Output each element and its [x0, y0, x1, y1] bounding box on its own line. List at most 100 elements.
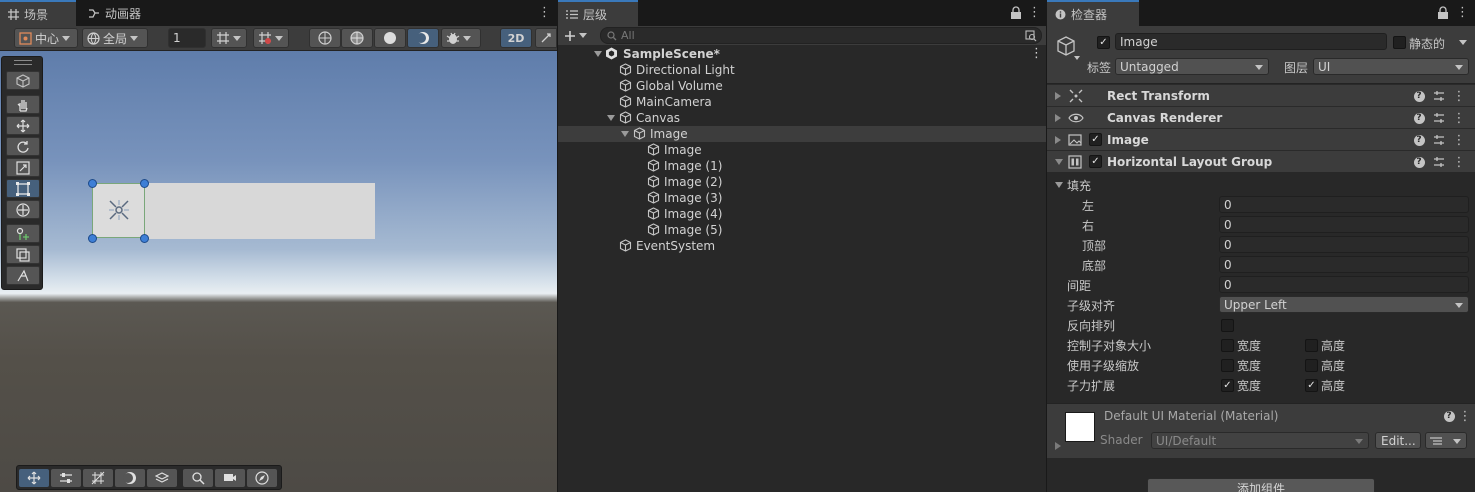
- custom-tool-button[interactable]: [6, 224, 40, 243]
- tab-animator[interactable]: 动画器: [80, 0, 149, 26]
- child-alignment-dropdown[interactable]: Upper Left: [1219, 296, 1469, 313]
- expand-arrow-icon[interactable]: [607, 115, 615, 121]
- control-width-checkbox[interactable]: [1221, 339, 1234, 352]
- grid-snap-dropdown[interactable]: [211, 28, 247, 48]
- material-menu-icon[interactable]: ⋮: [1459, 409, 1472, 424]
- preset-icon[interactable]: [1433, 111, 1445, 125]
- component-tools-button[interactable]: [6, 245, 40, 264]
- expand-height-checkbox[interactable]: ✓: [1305, 379, 1318, 392]
- hierarchy-row[interactable]: Image: [558, 142, 1046, 158]
- grid-visibility-dropdown[interactable]: [253, 28, 289, 48]
- tab-inspector[interactable]: 检查器: [1047, 0, 1139, 26]
- icon-dropdown-icon[interactable]: [1074, 56, 1080, 60]
- shader-options-dropdown[interactable]: [1425, 432, 1467, 449]
- shading-wireframe-button[interactable]: [309, 28, 341, 48]
- padding-left-field[interactable]: 0: [1219, 196, 1469, 213]
- scale-width-checkbox[interactable]: [1221, 359, 1234, 372]
- component-enabled-checkbox[interactable]: ✓: [1089, 155, 1102, 168]
- lighting-toggle-button[interactable]: [407, 28, 439, 48]
- component-menu-icon[interactable]: ⋮: [1453, 111, 1466, 126]
- add-component-button[interactable]: 添加组件: [1147, 478, 1375, 492]
- rotate-tool-button[interactable]: [6, 137, 40, 156]
- component-canvas-renderer[interactable]: Canvas Renderer ? ⋮: [1047, 106, 1475, 128]
- view-orientation-button[interactable]: [6, 71, 40, 90]
- component-menu-icon[interactable]: ⋮: [1453, 133, 1466, 148]
- bottom-lighting-button[interactable]: [115, 469, 145, 487]
- move-tool-button[interactable]: [6, 116, 40, 135]
- snap-tool-button[interactable]: [6, 266, 40, 285]
- tag-dropdown[interactable]: Untagged: [1115, 58, 1269, 75]
- shading-shaded-wireframe-button[interactable]: [341, 28, 373, 48]
- hierarchy-row[interactable]: Canvas: [558, 110, 1046, 126]
- expand-width-checkbox[interactable]: ✓: [1221, 379, 1234, 392]
- hierarchy-row[interactable]: Image (5): [558, 222, 1046, 238]
- bottom-layers-button[interactable]: [147, 469, 177, 487]
- scale-tool-button[interactable]: [6, 158, 40, 177]
- resize-handle-top-left[interactable]: [88, 179, 97, 188]
- padding-top-field[interactable]: 0: [1219, 236, 1469, 253]
- reverse-arrangement-checkbox[interactable]: [1221, 319, 1234, 332]
- spacing-field[interactable]: 0: [1219, 276, 1469, 293]
- component-rect-transform[interactable]: Rect Transform ? ⋮: [1047, 84, 1475, 106]
- lock-icon[interactable]: [1437, 6, 1449, 20]
- pivot-dropdown[interactable]: 中心: [14, 28, 78, 48]
- space-dropdown[interactable]: 全局: [82, 28, 148, 48]
- expand-arrow-icon[interactable]: [621, 131, 629, 137]
- control-height-checkbox[interactable]: [1305, 339, 1318, 352]
- bottom-search-button[interactable]: [183, 469, 213, 487]
- hierarchy-row[interactable]: Directional Light: [558, 62, 1046, 78]
- help-icon[interactable]: ?: [1413, 155, 1425, 169]
- shading-shaded-button[interactable]: [374, 28, 406, 48]
- lock-icon[interactable]: [1010, 6, 1022, 20]
- expand-arrow-icon[interactable]: [594, 51, 602, 57]
- hierarchy-row[interactable]: EventSystem: [558, 238, 1046, 254]
- static-checkbox[interactable]: [1393, 36, 1406, 49]
- selected-image-rect[interactable]: [92, 183, 145, 238]
- component-image[interactable]: ✓ Image ? ⋮: [1047, 128, 1475, 150]
- preset-icon[interactable]: [1433, 133, 1445, 147]
- shader-dropdown[interactable]: UI/Default: [1151, 432, 1369, 449]
- component-menu-icon[interactable]: ⋮: [1453, 89, 1466, 104]
- object-name-field[interactable]: Image: [1115, 33, 1387, 50]
- help-icon[interactable]: ?: [1443, 409, 1455, 423]
- hand-tool-button[interactable]: [6, 95, 40, 114]
- fold-arrow-icon[interactable]: [1055, 92, 1061, 100]
- transform-tool-button[interactable]: [6, 200, 40, 219]
- resize-handle-top-right[interactable]: [140, 179, 149, 188]
- hierarchy-row[interactable]: Global Volume: [558, 78, 1046, 94]
- fold-arrow-icon[interactable]: [1055, 136, 1061, 144]
- hierarchy-row[interactable]: MainCamera: [558, 94, 1046, 110]
- active-checkbox[interactable]: ✓: [1097, 36, 1110, 49]
- help-icon[interactable]: ?: [1413, 133, 1425, 147]
- hierarchy-row[interactable]: Image (4): [558, 206, 1046, 222]
- hierarchy-menu-icon[interactable]: ⋮: [1028, 6, 1041, 20]
- static-dropdown-icon[interactable]: [1459, 40, 1467, 45]
- hierarchy-search-input[interactable]: All: [600, 27, 1042, 44]
- create-button[interactable]: [564, 27, 592, 44]
- search-filter-icon[interactable]: [1025, 30, 1037, 42]
- rect-tool-button[interactable]: [6, 179, 40, 198]
- bottom-camera-button[interactable]: [215, 469, 245, 487]
- inspector-menu-icon[interactable]: ⋮: [1456, 6, 1469, 20]
- component-horizontal-layout-group[interactable]: ✓ Horizontal Layout Group ? ⋮: [1047, 150, 1475, 172]
- resize-handle-bottom-left[interactable]: [88, 234, 97, 243]
- mode-2d-button[interactable]: 2D: [500, 28, 532, 48]
- bottom-move-button[interactable]: [19, 469, 49, 487]
- scale-height-checkbox[interactable]: [1305, 359, 1318, 372]
- bottom-compass-button[interactable]: [247, 469, 277, 487]
- scene-menu-icon[interactable]: ⋮: [538, 6, 551, 20]
- padding-right-field[interactable]: 0: [1219, 216, 1469, 233]
- component-enabled-checkbox[interactable]: ✓: [1089, 133, 1102, 146]
- hierarchy-row-scene[interactable]: SampleScene* ⋮: [558, 46, 1046, 62]
- tab-hierarchy[interactable]: 层级: [558, 0, 638, 26]
- bottom-align-button[interactable]: [51, 469, 81, 487]
- tab-scene[interactable]: 场景: [0, 0, 76, 26]
- help-icon[interactable]: ?: [1413, 111, 1425, 125]
- layer-dropdown[interactable]: UI: [1313, 58, 1469, 75]
- grid-size-field[interactable]: 1: [168, 28, 206, 48]
- overlay-drag-handle[interactable]: [14, 60, 32, 65]
- fold-arrow-icon[interactable]: [1055, 114, 1061, 122]
- gizmos-dropdown[interactable]: [441, 28, 481, 48]
- shader-edit-button[interactable]: Edit...: [1375, 432, 1421, 449]
- padding-fold-arrow-icon[interactable]: [1055, 182, 1063, 188]
